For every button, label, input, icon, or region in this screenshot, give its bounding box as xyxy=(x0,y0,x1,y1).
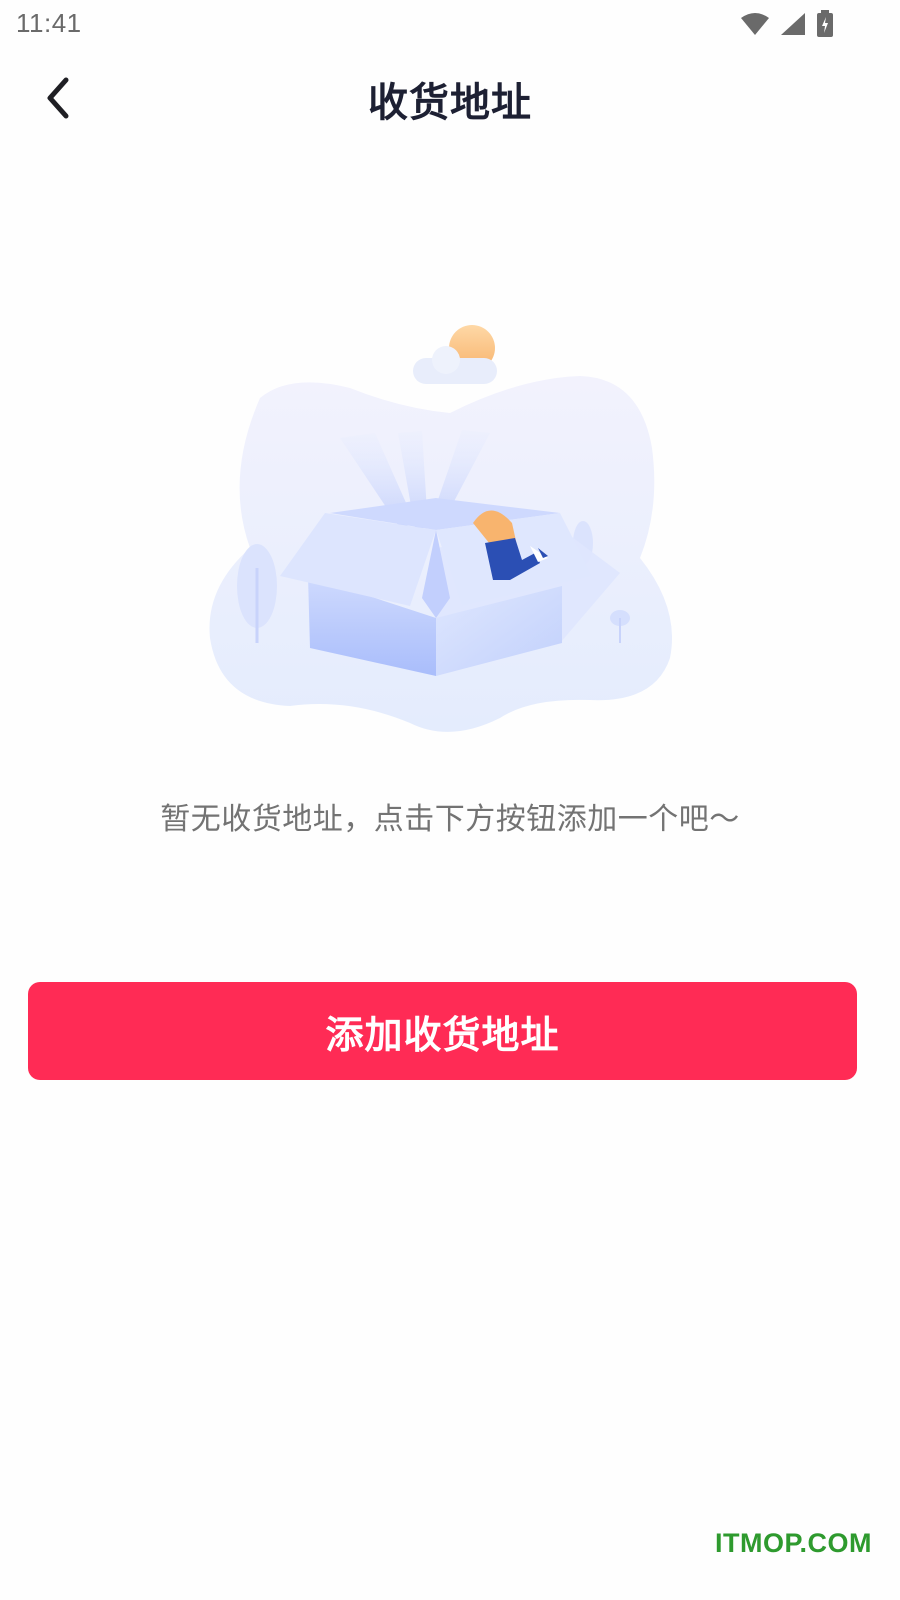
address-screen: 11:41 收货地址 暂无收货地址，点击下方按钮添加一个吧～ 添加收货地址 IT… xyxy=(0,0,900,1600)
empty-box-illustration xyxy=(200,318,690,748)
battery-charging-icon xyxy=(816,10,834,38)
status-icons xyxy=(740,10,834,38)
signal-icon xyxy=(780,12,806,36)
wifi-icon xyxy=(740,12,770,36)
header: 收货地址 xyxy=(0,50,900,150)
page-title: 收货地址 xyxy=(368,80,532,126)
add-address-button[interactable]: 添加收货地址 xyxy=(28,982,857,1080)
empty-message: 暂无收货地址，点击下方按钮添加一个吧～ xyxy=(160,802,740,837)
status-bar: 11:41 xyxy=(0,0,900,50)
watermark: ITMOP.COM xyxy=(714,1528,872,1558)
status-time: 11:41 xyxy=(16,8,82,38)
